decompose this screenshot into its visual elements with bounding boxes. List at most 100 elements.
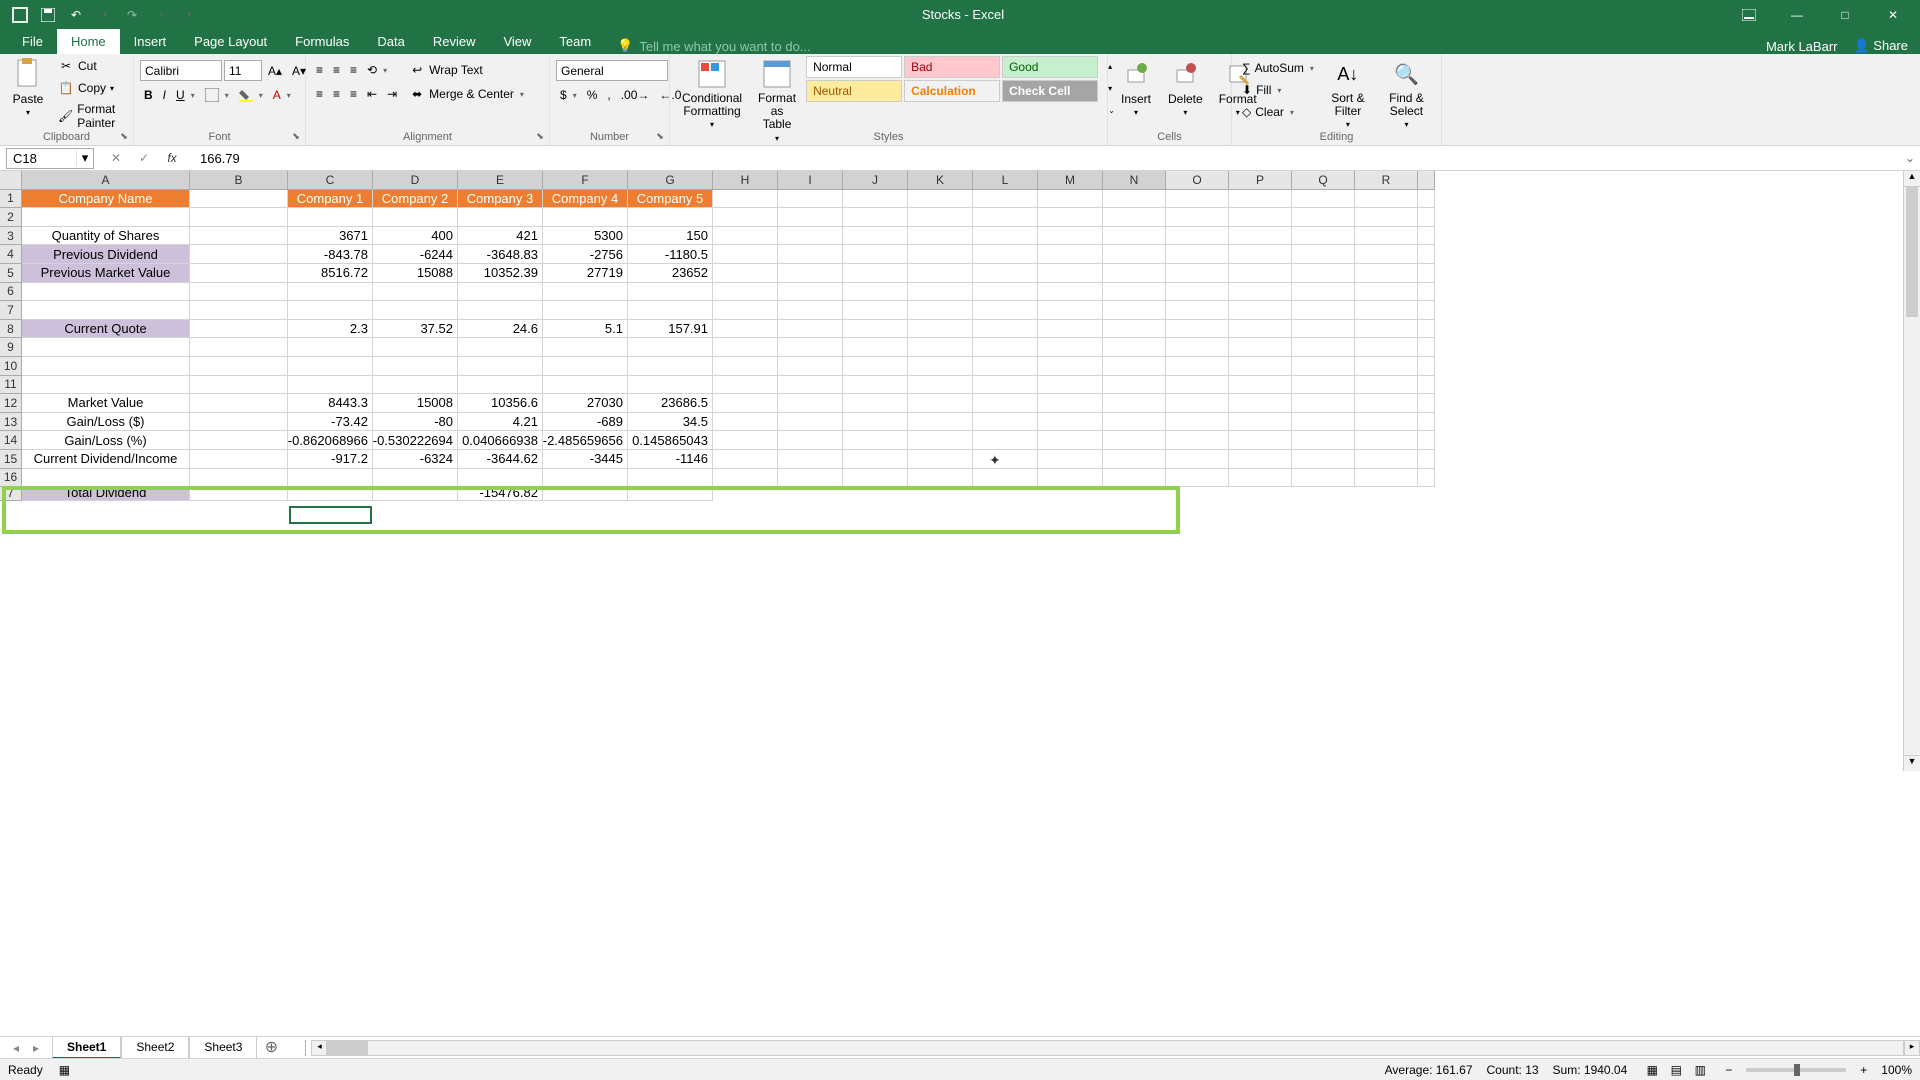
- cell-M13[interactable]: [1038, 413, 1103, 432]
- col-header-L[interactable]: L: [973, 171, 1038, 190]
- cell-A9[interactable]: [22, 338, 190, 357]
- cell-I1[interactable]: [778, 190, 843, 209]
- cell-L15[interactable]: [973, 450, 1038, 469]
- cell-K14[interactable]: [908, 431, 973, 450]
- vertical-scrollbar[interactable]: ▲ ▼: [1903, 171, 1920, 771]
- add-sheet-button[interactable]: ⊕: [257, 1037, 285, 1059]
- cell-L1[interactable]: [973, 190, 1038, 209]
- cell-C5[interactable]: 8516.72: [288, 264, 373, 283]
- cell-R7[interactable]: [1355, 301, 1418, 320]
- cell-J3[interactable]: [843, 227, 908, 246]
- cell-H16[interactable]: [713, 469, 778, 488]
- cell-J5[interactable]: [843, 264, 908, 283]
- col-header-F[interactable]: F: [543, 171, 628, 190]
- style-normal[interactable]: Normal: [806, 56, 902, 78]
- align-top-button[interactable]: ≡: [312, 60, 327, 80]
- cell-E13[interactable]: 4.21: [458, 413, 543, 432]
- cell-D7[interactable]: [373, 487, 458, 501]
- cell-I10[interactable]: [778, 357, 843, 376]
- cancel-formula-icon[interactable]: ✕: [106, 148, 126, 168]
- cell-C13[interactable]: -73.42: [288, 413, 373, 432]
- save-icon[interactable]: [36, 3, 60, 27]
- col-header-K[interactable]: K: [908, 171, 973, 190]
- cell-M12[interactable]: [1038, 394, 1103, 413]
- cell-Q6[interactable]: [1292, 283, 1355, 302]
- cell-F15[interactable]: -3445: [543, 450, 628, 469]
- cell-I2[interactable]: [778, 208, 843, 227]
- cell-H9[interactable]: [713, 338, 778, 357]
- percent-button[interactable]: %: [583, 85, 602, 105]
- cell-M5[interactable]: [1038, 264, 1103, 283]
- cell-C1[interactable]: Company 1: [288, 190, 373, 209]
- cell-G13[interactable]: 34.5: [628, 413, 713, 432]
- cell-C4[interactable]: -843.78: [288, 245, 373, 264]
- cell-H4[interactable]: [713, 245, 778, 264]
- cell-A15[interactable]: Current Dividend/Income: [22, 450, 190, 469]
- cell-N11[interactable]: [1103, 376, 1166, 395]
- align-middle-button[interactable]: ≡: [329, 60, 344, 80]
- cell-O9[interactable]: [1166, 338, 1229, 357]
- cell-L3[interactable]: [973, 227, 1038, 246]
- cell-R9[interactable]: [1355, 338, 1418, 357]
- cell-R3[interactable]: [1355, 227, 1418, 246]
- view-normal-icon[interactable]: ▦: [1641, 1061, 1663, 1079]
- col-header-D[interactable]: D: [373, 171, 458, 190]
- cell-C9[interactable]: [288, 338, 373, 357]
- view-page-layout-icon[interactable]: ▤: [1665, 1061, 1687, 1079]
- font-name-select[interactable]: [140, 60, 222, 81]
- cell-C2[interactable]: [288, 208, 373, 227]
- cell-K13[interactable]: [908, 413, 973, 432]
- zoom-level[interactable]: 100%: [1881, 1063, 1912, 1077]
- cell-D2[interactable]: [373, 208, 458, 227]
- cell-A11[interactable]: [22, 376, 190, 395]
- cell-B3[interactable]: [190, 227, 288, 246]
- cell-O15[interactable]: [1166, 450, 1229, 469]
- close-icon[interactable]: ✕: [1870, 0, 1916, 29]
- cell-M1[interactable]: [1038, 190, 1103, 209]
- insert-cells-button[interactable]: Insert▾: [1114, 56, 1158, 119]
- cell-N10[interactable]: [1103, 357, 1166, 376]
- cell-J13[interactable]: [843, 413, 908, 432]
- font-size-select[interactable]: [224, 60, 262, 81]
- cell-P7[interactable]: [1229, 301, 1292, 320]
- cell-B12[interactable]: [190, 394, 288, 413]
- tab-insert[interactable]: Insert: [120, 29, 181, 54]
- bold-button[interactable]: B: [140, 85, 157, 105]
- increase-decimal-button[interactable]: .00→: [617, 85, 654, 105]
- cell-O11[interactable]: [1166, 376, 1229, 395]
- cell-K11[interactable]: [908, 376, 973, 395]
- cell-C6[interactable]: [288, 283, 373, 302]
- sort-filter-button[interactable]: A↓Sort & Filter▾: [1322, 56, 1374, 131]
- cell-P12[interactable]: [1229, 394, 1292, 413]
- autosum-button[interactable]: ∑ AutoSum: [1238, 58, 1318, 78]
- cell-E4[interactable]: -3648.83: [458, 245, 543, 264]
- cell-I5[interactable]: [778, 264, 843, 283]
- cell-A8[interactable]: Current Quote: [22, 320, 190, 339]
- cell-P16[interactable]: [1229, 469, 1292, 488]
- cell-K8[interactable]: [908, 320, 973, 339]
- align-center-button[interactable]: ≡: [329, 84, 344, 104]
- cell-F13[interactable]: -689: [543, 413, 628, 432]
- cell-I14[interactable]: [778, 431, 843, 450]
- col-header-J[interactable]: J: [843, 171, 908, 190]
- orientation-button[interactable]: ⟲: [363, 60, 391, 80]
- cell-D16[interactable]: [373, 469, 458, 488]
- macro-record-icon[interactable]: ▦: [59, 1063, 70, 1077]
- formula-expand-icon[interactable]: ⌄: [1900, 151, 1920, 165]
- wrap-text-button[interactable]: ↩Wrap Text: [405, 60, 528, 80]
- cell-M16[interactable]: [1038, 469, 1103, 488]
- cell-N5[interactable]: [1103, 264, 1166, 283]
- cell-F11[interactable]: [543, 376, 628, 395]
- hscroll-right-icon[interactable]: ▸: [1904, 1040, 1920, 1056]
- cell-O16[interactable]: [1166, 469, 1229, 488]
- cell-G1[interactable]: Company 5: [628, 190, 713, 209]
- cell-G8[interactable]: 157.91: [628, 320, 713, 339]
- hscroll-left-icon[interactable]: ◂: [311, 1040, 327, 1056]
- cell-N1[interactable]: [1103, 190, 1166, 209]
- col-header-R[interactable]: R: [1355, 171, 1418, 190]
- cell-M6[interactable]: [1038, 283, 1103, 302]
- cell-K5[interactable]: [908, 264, 973, 283]
- undo-dropdown[interactable]: [92, 3, 116, 27]
- cell-H3[interactable]: [713, 227, 778, 246]
- cell-F4[interactable]: -2756: [543, 245, 628, 264]
